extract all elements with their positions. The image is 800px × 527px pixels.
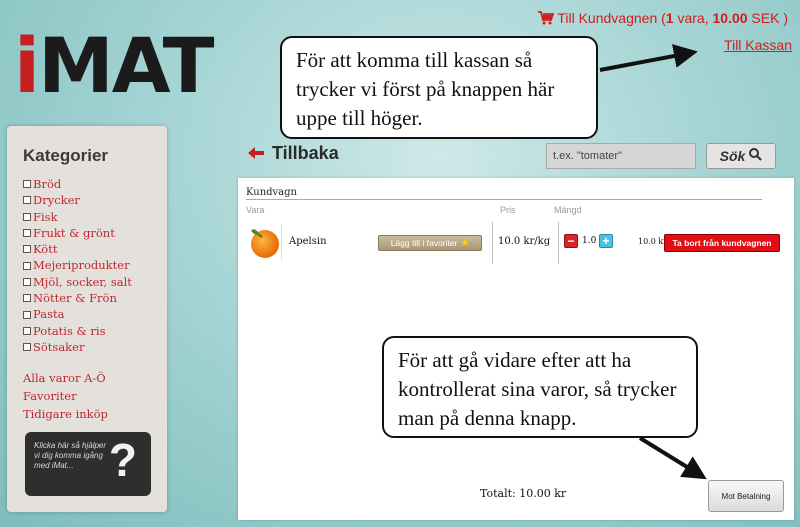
link-all-items[interactable]: Alla varor A-Ö	[23, 369, 167, 387]
cart-text-mid: vara,	[673, 10, 713, 26]
category-label: Sötsaker	[33, 339, 85, 354]
imat-logo[interactable]: iMAT	[14, 28, 214, 104]
category-label: Fisk	[33, 209, 58, 224]
category-item[interactable]: Frukt & grönt	[23, 225, 167, 241]
link-favorites[interactable]: Favoriter	[23, 387, 167, 405]
orange-product-image	[246, 224, 282, 260]
category-label: Potatis & ris	[33, 323, 106, 338]
divider	[558, 222, 559, 264]
checkbox-icon	[23, 229, 31, 238]
help-text: Klicka här så hjälper vi dig komma igång…	[34, 441, 107, 470]
row-total: 10.0 kr	[638, 237, 668, 246]
back-label: Tillbaka	[272, 143, 339, 163]
arrow-left-icon	[248, 143, 264, 164]
category-label: Bröd	[33, 177, 62, 191]
cart-title: Kundvagn	[246, 187, 297, 198]
category-item[interactable]: Sötsaker	[23, 339, 167, 355]
divider	[492, 222, 493, 264]
cart-row: Apelsin Lägg till i favoriter ★ 10.0 kr/…	[246, 222, 786, 264]
checkbox-icon	[23, 245, 31, 254]
category-item[interactable]: Pasta	[23, 306, 167, 322]
category-item[interactable]: Drycker	[23, 192, 167, 208]
shopping-cart-icon	[538, 11, 555, 28]
checkbox-icon	[23, 310, 31, 319]
product-name: Apelsin	[289, 236, 327, 247]
cart-total: Totalt: 10.00 kr	[480, 487, 567, 500]
proceed-to-payment-button[interactable]: Mot Betalning	[708, 480, 784, 512]
category-item[interactable]: Mejeriprodukter	[23, 257, 167, 273]
checkbox-icon	[23, 343, 31, 352]
back-button[interactable]: Tillbaka	[248, 143, 339, 164]
search-button-label: Sök	[719, 148, 746, 164]
search-icon	[749, 148, 763, 164]
favorite-button-label: Lägg till i favoriter	[390, 238, 458, 248]
category-label: Nötter & Frön	[33, 291, 117, 306]
question-mark-icon: ?	[108, 434, 137, 486]
checkbox-icon	[23, 294, 31, 303]
category-label: Frukt & grönt	[33, 225, 115, 240]
column-header-quantity: Mängd	[554, 205, 582, 215]
help-button[interactable]: Klicka här så hjälper vi dig komma igång…	[25, 432, 151, 496]
increase-quantity-button[interactable]: +	[599, 234, 613, 248]
category-label: Kött	[33, 242, 58, 257]
arrow-to-checkout	[599, 44, 698, 72]
cart-summary-link[interactable]: Till Kundvagnen (1 vara, 10.00 SEK )	[538, 10, 788, 28]
star-icon: ★	[460, 237, 470, 249]
quantity-value[interactable]: 1.0	[582, 236, 596, 246]
logo-mat: MAT	[38, 21, 214, 110]
category-item[interactable]: Mjöl, socker, salt	[23, 274, 167, 290]
sidebar-links: Alla varor A-Ö Favoriter Tidigare inköp	[23, 369, 167, 423]
category-list: Bröd Drycker Fisk Frukt & grönt Kött Mej…	[23, 176, 167, 355]
decrease-quantity-button[interactable]: −	[564, 234, 578, 248]
sidebar-title: Kategorier	[23, 146, 109, 165]
instruction-callout-bottom: För att gå vidare efter att ha kontrolle…	[382, 336, 698, 438]
checkout-link[interactable]: Till Kassan	[724, 37, 792, 53]
category-sidebar: Kategorier Bröd Drycker Fisk Frukt & grö…	[7, 126, 167, 512]
checkbox-icon	[23, 212, 31, 221]
checkbox-icon	[23, 326, 31, 335]
category-item[interactable]: Fisk	[23, 209, 167, 225]
category-label: Drycker	[33, 193, 80, 208]
search-button[interactable]: Sök	[706, 143, 776, 169]
category-item[interactable]: Kött	[23, 241, 167, 257]
checkbox-icon	[23, 277, 31, 286]
column-header-item: Vara	[246, 205, 265, 215]
category-label: Mejeriprodukter	[33, 258, 130, 273]
add-to-favorites-button[interactable]: Lägg till i favoriter ★	[378, 235, 482, 251]
column-header-price: Pris	[500, 205, 516, 215]
cart-count: 1	[665, 10, 674, 26]
link-previous-purchases[interactable]: Tidigare inköp	[23, 405, 167, 423]
remove-from-cart-button[interactable]: Ta bort från kundvagnen	[664, 234, 780, 252]
product-price: 10.0 kr/kg	[498, 236, 551, 247]
checkbox-icon	[23, 261, 31, 270]
cart-amount: 10.00	[712, 10, 748, 26]
cart-text-suffix: SEK )	[747, 10, 788, 26]
search-input[interactable]	[546, 143, 696, 169]
checkbox-icon	[23, 196, 31, 205]
category-item[interactable]: Potatis & ris	[23, 323, 167, 339]
category-item[interactable]: Bröd	[23, 176, 167, 192]
checkbox-icon	[23, 180, 31, 189]
category-label: Pasta	[33, 307, 65, 322]
logo-i: i	[14, 21, 40, 110]
instruction-callout-top: För att komma till kassan så trycker vi …	[280, 36, 598, 139]
category-label: Mjöl, socker, salt	[33, 274, 132, 289]
cart-text-prefix: Till Kundvagnen (	[557, 10, 666, 26]
divider	[246, 199, 762, 200]
category-item[interactable]: Nötter & Frön	[23, 290, 167, 306]
